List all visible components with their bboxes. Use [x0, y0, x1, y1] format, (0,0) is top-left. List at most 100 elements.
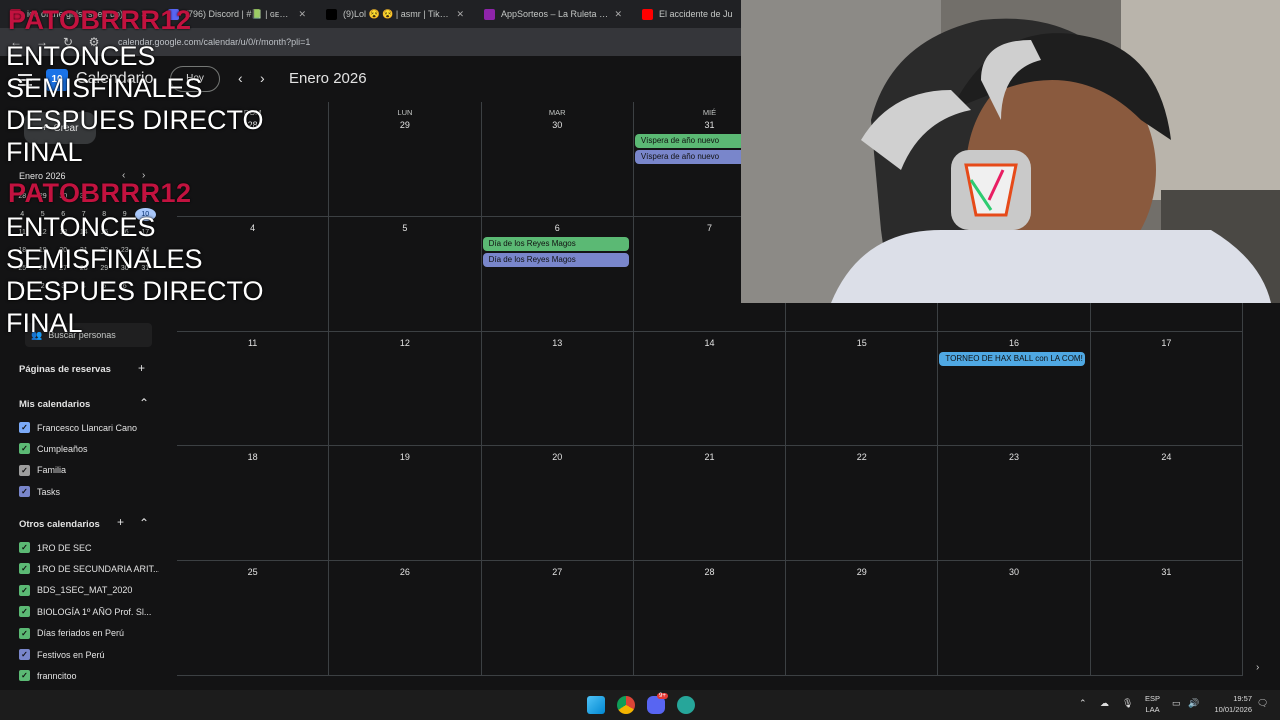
day-number[interactable]: 27: [482, 567, 633, 577]
chevron-up-icon[interactable]: ⌃: [139, 516, 149, 530]
day-number[interactable]: 13: [482, 338, 633, 348]
close-icon[interactable]: ✕: [614, 9, 622, 20]
day-number[interactable]: 23: [938, 452, 1089, 462]
close-icon[interactable]: ✕: [456, 9, 464, 20]
day-number[interactable]: 19: [329, 452, 480, 462]
day-cell[interactable]: 27: [481, 561, 634, 676]
other-calendars-title[interactable]: Otros calendarios: [19, 519, 100, 530]
day-cell[interactable]: 14: [633, 331, 787, 447]
day-number[interactable]: 14: [634, 338, 785, 348]
checkbox-icon[interactable]: ✓: [19, 670, 30, 682]
day-cell[interactable]: 13: [481, 331, 634, 447]
microphone-icon[interactable]: 🎙: [1122, 698, 1133, 709]
day-cell[interactable]: MAR 30: [481, 102, 634, 217]
day-number[interactable]: 29: [786, 567, 937, 577]
day-cell[interactable]: 28: [633, 561, 787, 676]
calendar-label: Familia: [37, 465, 67, 476]
calendar-list-item[interactable]: ✓ Festivos en Perú: [19, 649, 159, 660]
day-number[interactable]: 25: [177, 567, 328, 577]
calendar-list-item[interactable]: ✓ Tasks: [19, 486, 159, 498]
day-cell[interactable]: 17: [1090, 331, 1243, 447]
day-cell[interactable]: 5: [329, 216, 482, 332]
day-cell[interactable]: 15: [786, 331, 939, 447]
day-cell[interactable]: 11: [177, 331, 330, 447]
day-number[interactable]: 30: [938, 567, 1089, 577]
checkbox-icon[interactable]: ✓: [19, 464, 30, 476]
checkbox-icon[interactable]: ✓: [19, 443, 30, 455]
add-calendar-icon[interactable]: +: [117, 515, 124, 529]
calendar-event[interactable]: Día de los Reyes Magos: [482, 252, 629, 267]
day-number[interactable]: 15: [786, 338, 937, 348]
checkbox-icon[interactable]: ✓: [19, 563, 30, 575]
checkbox-icon[interactable]: ✓: [19, 649, 30, 660]
checkbox-icon[interactable]: ✓: [19, 584, 30, 596]
day-number[interactable]: 26: [329, 567, 480, 577]
day-number[interactable]: 21: [634, 452, 785, 462]
checkbox-icon[interactable]: ✓: [19, 606, 30, 618]
day-cell[interactable]: 6: [481, 216, 634, 332]
windows-start-icon[interactable]: [587, 696, 605, 714]
day-number[interactable]: 31: [1091, 567, 1242, 577]
app-icon[interactable]: [677, 696, 695, 714]
booking-pages-title: Páginas de reservas: [19, 364, 111, 375]
calendar-event[interactable]: TORNEO DE HAX BALL con LA COM!: [939, 351, 1086, 366]
chevron-up-icon[interactable]: ⌃: [1079, 698, 1087, 709]
day-number[interactable]: 22: [786, 452, 937, 462]
day-cell[interactable]: 25: [177, 561, 330, 676]
day-number[interactable]: 17: [1091, 338, 1242, 348]
calendar-list-item[interactable]: ✓ BIOLOGÍA 1º AÑO Prof. Sl...: [19, 606, 159, 618]
day-number[interactable]: 30: [482, 120, 633, 130]
calendar-list-item[interactable]: ✓ Familia: [19, 464, 159, 476]
calendar-list-item[interactable]: ✓ BDS_1SEC_MAT_2020: [19, 584, 159, 596]
day-cell[interactable]: 23: [938, 446, 1091, 562]
day-cell[interactable]: 22: [786, 446, 939, 562]
checkbox-icon[interactable]: ✓: [19, 627, 30, 639]
day-number[interactable]: 5: [329, 223, 480, 233]
day-cell[interactable]: 31: [1090, 561, 1243, 676]
close-icon[interactable]: ✕: [298, 9, 306, 20]
day-cell[interactable]: 19: [329, 446, 482, 562]
day-cell[interactable]: 26: [329, 561, 482, 676]
day-number[interactable]: 28: [634, 567, 785, 577]
day-cell[interactable]: 30: [938, 561, 1091, 676]
checkbox-icon[interactable]: ✓: [19, 542, 30, 553]
day-cell[interactable]: 21: [633, 446, 787, 562]
day-number[interactable]: 12: [329, 338, 480, 348]
language-indicator[interactable]: ESP LAA: [1145, 693, 1160, 715]
calendar-list-item[interactable]: ✓ 1RO DE SEC: [19, 542, 159, 553]
checkbox-icon[interactable]: ✓: [19, 422, 30, 433]
day-cell[interactable]: LUN 29: [329, 102, 482, 217]
calendar-event[interactable]: Día de los Reyes Magos: [482, 236, 629, 251]
day-number[interactable]: 24: [1091, 452, 1242, 462]
day-number[interactable]: 18: [177, 452, 328, 462]
day-number[interactable]: 20: [482, 452, 633, 462]
day-cell[interactable]: 12: [329, 331, 482, 447]
day-number[interactable]: 29: [329, 120, 480, 130]
calendar-list-item[interactable]: ✓ Francesco Llancari Cano: [19, 422, 159, 433]
calendar-list-item[interactable]: ✓ Cumpleaños: [19, 443, 159, 455]
day-cell[interactable]: 29: [786, 561, 939, 676]
my-calendars-title[interactable]: Mis calendarios: [19, 399, 90, 410]
volume-icon[interactable]: 🔊: [1188, 698, 1199, 709]
day-number[interactable]: 6: [482, 223, 633, 233]
clock[interactable]: 19:57 10/01/2026: [1206, 693, 1252, 715]
onedrive-icon[interactable]: ☁: [1100, 698, 1109, 709]
calendar-list-item[interactable]: ✓ Días feriados en Perú: [19, 627, 159, 639]
day-number[interactable]: 16: [938, 338, 1089, 348]
add-booking-icon[interactable]: +: [138, 361, 145, 375]
day-cell[interactable]: 20: [481, 446, 634, 562]
notifications-icon[interactable]: 🗨: [1257, 698, 1268, 709]
day-cell[interactable]: 24: [1090, 446, 1243, 562]
chevron-right-icon[interactable]: ›: [1256, 662, 1259, 673]
checkbox-icon[interactable]: ✓: [19, 486, 30, 498]
network-icon[interactable]: ▭: [1172, 698, 1181, 709]
calendar-list-item[interactable]: ✓ franncitoo: [19, 670, 159, 682]
browser-tab[interactable]: (9)Lol 😵 😵 | asmr | TikTok ✕: [316, 0, 474, 28]
chevron-up-icon[interactable]: ⌃: [139, 396, 149, 410]
day-cell[interactable]: 18: [177, 446, 330, 562]
day-number[interactable]: 11: [177, 338, 328, 348]
browser-tab[interactable]: AppSorteos – La Ruleta de la Su ✕: [474, 0, 632, 28]
calendar-list-item[interactable]: ✓ 1RO DE SECUNDARIA ARIT...: [19, 563, 159, 575]
chrome-icon[interactable]: [617, 696, 635, 714]
day-cell[interactable]: 16: [938, 331, 1091, 447]
